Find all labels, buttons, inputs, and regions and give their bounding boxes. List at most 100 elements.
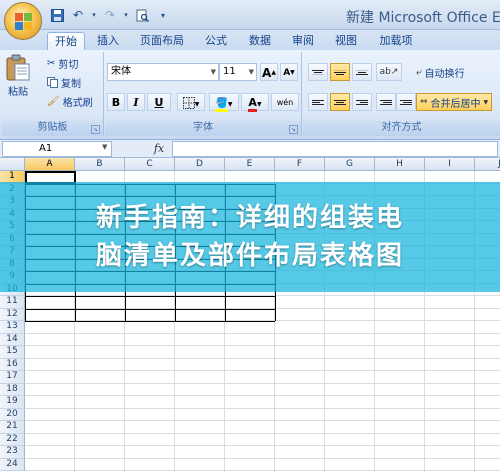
grid-hline	[25, 445, 500, 446]
name-box[interactable]: A1	[2, 141, 112, 157]
fill-color-button[interactable]: 🪣▼	[209, 93, 239, 112]
table-border-hline	[25, 296, 275, 297]
font-size-select[interactable]: 11 ▼	[219, 63, 257, 81]
column-header-d[interactable]: D	[175, 158, 225, 171]
undo-icon[interactable]: ↶	[69, 6, 87, 24]
decrease-indent-button[interactable]	[376, 93, 396, 111]
increase-indent-button[interactable]	[396, 93, 416, 111]
tab-data[interactable]: 数据	[243, 32, 277, 50]
scissors-icon: ✂	[47, 58, 56, 69]
align-top-button[interactable]	[308, 63, 328, 81]
grid-hline	[25, 420, 500, 421]
grid-hline	[25, 395, 500, 396]
phonetic-button[interactable]: wén	[271, 93, 299, 111]
quick-access-toolbar: ↶ ▾ ↷ ▾ ▾	[48, 5, 172, 25]
column-header-e[interactable]: E	[225, 158, 275, 171]
redo-icon[interactable]: ↷	[101, 6, 119, 24]
borders-button[interactable]: ▼	[177, 93, 205, 111]
italic-button[interactable]: I	[127, 93, 145, 111]
ribbon: 粘贴 ✂ 剪切 复制 🖌 格式刷 剪贴板 ↘ 宋体 ▼ 11 ▼ A▲ A▼ B…	[0, 50, 500, 140]
formula-input[interactable]	[172, 141, 498, 157]
paste-button[interactable]: 粘贴	[5, 54, 31, 98]
orientation-button[interactable]: ab↗	[376, 63, 402, 81]
row-header-15[interactable]: 15	[0, 346, 25, 359]
underline-button[interactable]: U	[147, 93, 171, 111]
column-header-b[interactable]: B	[75, 158, 125, 171]
align-center-button[interactable]	[330, 93, 350, 111]
row-header-14[interactable]: 14	[0, 333, 25, 346]
ribbon-tabs: 开始 插入 页面布局 公式 数据 审阅 视图 加载项	[0, 30, 500, 50]
bold-button[interactable]: B	[107, 93, 125, 111]
wrap-text-button[interactable]: ⤶ 自动换行	[416, 65, 465, 80]
row-header-24[interactable]: 24	[0, 458, 25, 471]
font-family-select[interactable]: 宋体 ▼	[107, 63, 219, 81]
column-header-f[interactable]: F	[275, 158, 325, 171]
column-header-g[interactable]: G	[325, 158, 375, 171]
select-all-corner[interactable]	[0, 158, 25, 171]
row-header-22[interactable]: 22	[0, 433, 25, 446]
row-header-17[interactable]: 17	[0, 371, 25, 384]
tab-review[interactable]: 审阅	[286, 32, 320, 50]
alignment-group: ab↗ ⤶ 自动换行 ⇔ 合并后居中 ▼ 对齐方式	[303, 52, 500, 136]
format-painter-button[interactable]: 🖌 格式刷	[47, 94, 93, 109]
row-header-13[interactable]: 13	[0, 321, 25, 334]
column-header-j[interactable]: J	[475, 158, 500, 171]
title-bar: ↶ ▾ ↷ ▾ ▾ 新建 Microsoft Office E	[0, 0, 500, 30]
print-preview-icon[interactable]	[133, 6, 151, 24]
merge-center-label: 合并后居中	[430, 98, 481, 110]
copy-icon	[47, 77, 58, 88]
align-bottom-button[interactable]	[352, 63, 372, 81]
grid-hline	[25, 370, 500, 371]
fx-icon[interactable]: fx	[148, 141, 170, 157]
align-middle-button[interactable]	[330, 63, 350, 81]
chevron-down-icon: ▼	[483, 98, 489, 106]
row-header-18[interactable]: 18	[0, 383, 25, 396]
row-header-11[interactable]: 11	[0, 296, 25, 309]
column-header-a[interactable]: A	[25, 158, 75, 171]
qat-dropdown-icon[interactable]: ▾	[90, 6, 98, 24]
paint-bucket-icon: 🪣	[215, 98, 228, 112]
formula-bar: A1 ▼ fx	[0, 140, 500, 158]
row-header-19[interactable]: 19	[0, 396, 25, 409]
tab-formulas[interactable]: 公式	[199, 32, 233, 50]
table-border-hline	[25, 308, 275, 310]
column-header-c[interactable]: C	[125, 158, 175, 171]
tab-addins[interactable]: 加载项	[373, 32, 419, 50]
clipboard-launcher-icon[interactable]: ↘	[91, 125, 100, 134]
customize-qat-icon[interactable]: ▾	[154, 6, 172, 24]
column-header-i[interactable]: I	[425, 158, 475, 171]
row-header-20[interactable]: 20	[0, 408, 25, 421]
grid-hline	[25, 382, 500, 384]
qat-dropdown-icon-2[interactable]: ▾	[122, 6, 130, 24]
row-header-23[interactable]: 23	[0, 446, 25, 459]
row-header-21[interactable]: 21	[0, 421, 25, 434]
office-button[interactable]	[4, 2, 42, 40]
align-right-button[interactable]	[352, 93, 372, 111]
cut-button[interactable]: ✂ 剪切	[47, 56, 78, 71]
merge-center-button[interactable]: ⇔ 合并后居中 ▼	[416, 93, 493, 111]
save-icon[interactable]	[48, 6, 66, 24]
cut-label: 剪切	[58, 60, 79, 71]
column-header-h[interactable]: H	[375, 158, 425, 171]
shrink-font-button[interactable]: A▼	[280, 63, 298, 81]
chevron-down-icon: ▼	[248, 68, 254, 76]
window-title: 新建 Microsoft Office E	[346, 10, 500, 26]
banner-title-line-1: 新手指南：详细的组装电	[95, 203, 404, 233]
copy-label: 复制	[61, 79, 81, 90]
row-header-12[interactable]: 12	[0, 308, 25, 321]
copy-button[interactable]: 复制	[47, 75, 81, 90]
font-launcher-icon[interactable]: ↘	[289, 125, 298, 134]
row-header-16[interactable]: 16	[0, 358, 25, 371]
tab-page-layout[interactable]: 页面布局	[134, 32, 190, 50]
name-box-dropdown-icon[interactable]: ▼	[102, 143, 107, 151]
tab-view[interactable]: 视图	[329, 32, 363, 50]
font-color-button[interactable]: A▼	[241, 93, 269, 112]
office-logo-icon	[15, 13, 32, 30]
wrap-text-label: 自动换行	[424, 69, 465, 80]
grow-font-button[interactable]: A▲	[260, 63, 278, 81]
borders-icon	[182, 97, 195, 109]
align-left-button[interactable]	[308, 93, 328, 111]
font-size-value: 11	[223, 66, 236, 77]
tab-insert[interactable]: 插入	[91, 32, 125, 50]
tab-home[interactable]: 开始	[47, 32, 85, 50]
